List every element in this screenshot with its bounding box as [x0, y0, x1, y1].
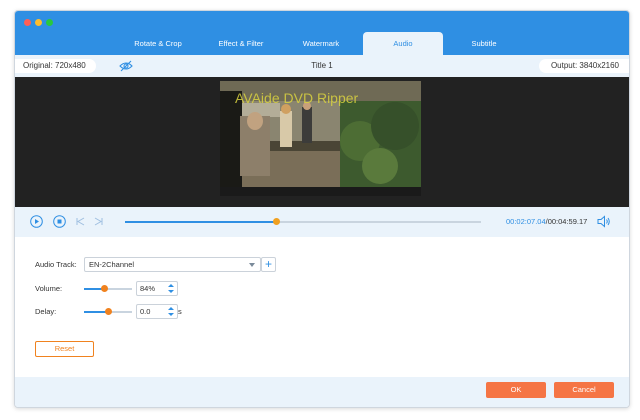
- delay-down-arrow-icon[interactable]: [168, 313, 174, 316]
- time-readout: 00:02:07.04/00:04:59.17: [506, 216, 587, 228]
- video-preview: AVAide DVD Ripper: [220, 81, 421, 196]
- info-bar: Title 1 Original: 720x480 Output: 3840x2…: [15, 55, 629, 77]
- playback-progress-slider[interactable]: [125, 218, 481, 225]
- total-time: /00:04:59.17: [545, 217, 588, 226]
- tab-effect-filter[interactable]: Effect & Filter: [201, 32, 281, 55]
- edit-window: Rotate & Crop Effect & Filter Watermark …: [14, 10, 630, 408]
- volume-up-arrow-icon[interactable]: [168, 284, 174, 287]
- delay-stepper[interactable]: 0.0: [136, 304, 178, 319]
- current-time: 00:02:07.04: [506, 217, 546, 226]
- tab-watermark[interactable]: Watermark: [281, 32, 361, 55]
- cancel-button[interactable]: Cancel: [554, 382, 614, 398]
- volume-value: 84%: [140, 284, 156, 293]
- video-watermark: AVAide DVD Ripper: [235, 90, 359, 106]
- tab-audio[interactable]: Audio: [363, 32, 443, 55]
- previous-frame-icon[interactable]: [74, 215, 87, 228]
- volume-slider-handle[interactable]: [101, 285, 109, 292]
- output-resolution: Output: 3840x2160: [538, 59, 629, 73]
- volume-stepper[interactable]: 84%: [136, 281, 178, 296]
- speaker-icon[interactable]: [597, 215, 611, 228]
- video-preview-area: AVAide DVD Ripper: [15, 77, 629, 207]
- delay-slider[interactable]: [84, 308, 132, 315]
- dialog-footer: OK Cancel: [15, 377, 629, 407]
- audio-track-value: EN-2Channel: [89, 260, 135, 269]
- delay-up-arrow-icon[interactable]: [168, 307, 174, 310]
- close-window-button[interactable]: [24, 19, 31, 26]
- playback-progress-fill: [125, 221, 277, 223]
- playback-progress-handle[interactable]: [273, 218, 281, 225]
- reset-button[interactable]: Reset: [35, 341, 94, 357]
- play-icon[interactable]: [30, 215, 43, 228]
- zoom-window-button[interactable]: [46, 19, 53, 26]
- plus-icon: +: [264, 257, 272, 271]
- delay-label: Delay:: [35, 307, 57, 316]
- stop-icon[interactable]: [53, 215, 66, 228]
- volume-slider[interactable]: [84, 285, 132, 292]
- volume-label: Volume:: [35, 284, 63, 293]
- audio-track-label: Audio Track:: [35, 260, 77, 269]
- next-frame-icon[interactable]: [92, 215, 105, 228]
- tab-subtitle[interactable]: Subtitle: [443, 32, 525, 55]
- delay-value: 0.0: [140, 307, 151, 316]
- video-title: Title 1: [311, 61, 333, 70]
- minimize-window-button[interactable]: [35, 19, 42, 26]
- title-bar: Rotate & Crop Effect & Filter Watermark …: [15, 11, 629, 55]
- delay-unit: s: [178, 307, 182, 316]
- audio-track-select[interactable]: EN-2Channel: [84, 257, 261, 272]
- player-controls: 00:02:07.04/00:04:59.17: [15, 207, 629, 237]
- chevron-down-icon: [249, 263, 255, 267]
- tab-rotate-crop[interactable]: Rotate & Crop: [115, 32, 201, 55]
- delay-slider-handle[interactable]: [105, 308, 112, 315]
- volume-down-arrow-icon[interactable]: [168, 290, 174, 293]
- add-audio-track-button[interactable]: +: [261, 257, 276, 272]
- eye-slash-icon[interactable]: [119, 60, 133, 72]
- audio-settings-panel: Audio Track: EN-2Channel + Volume: 84% D…: [15, 237, 629, 377]
- ok-button[interactable]: OK: [486, 382, 546, 398]
- original-resolution: Original: 720x480: [15, 59, 96, 73]
